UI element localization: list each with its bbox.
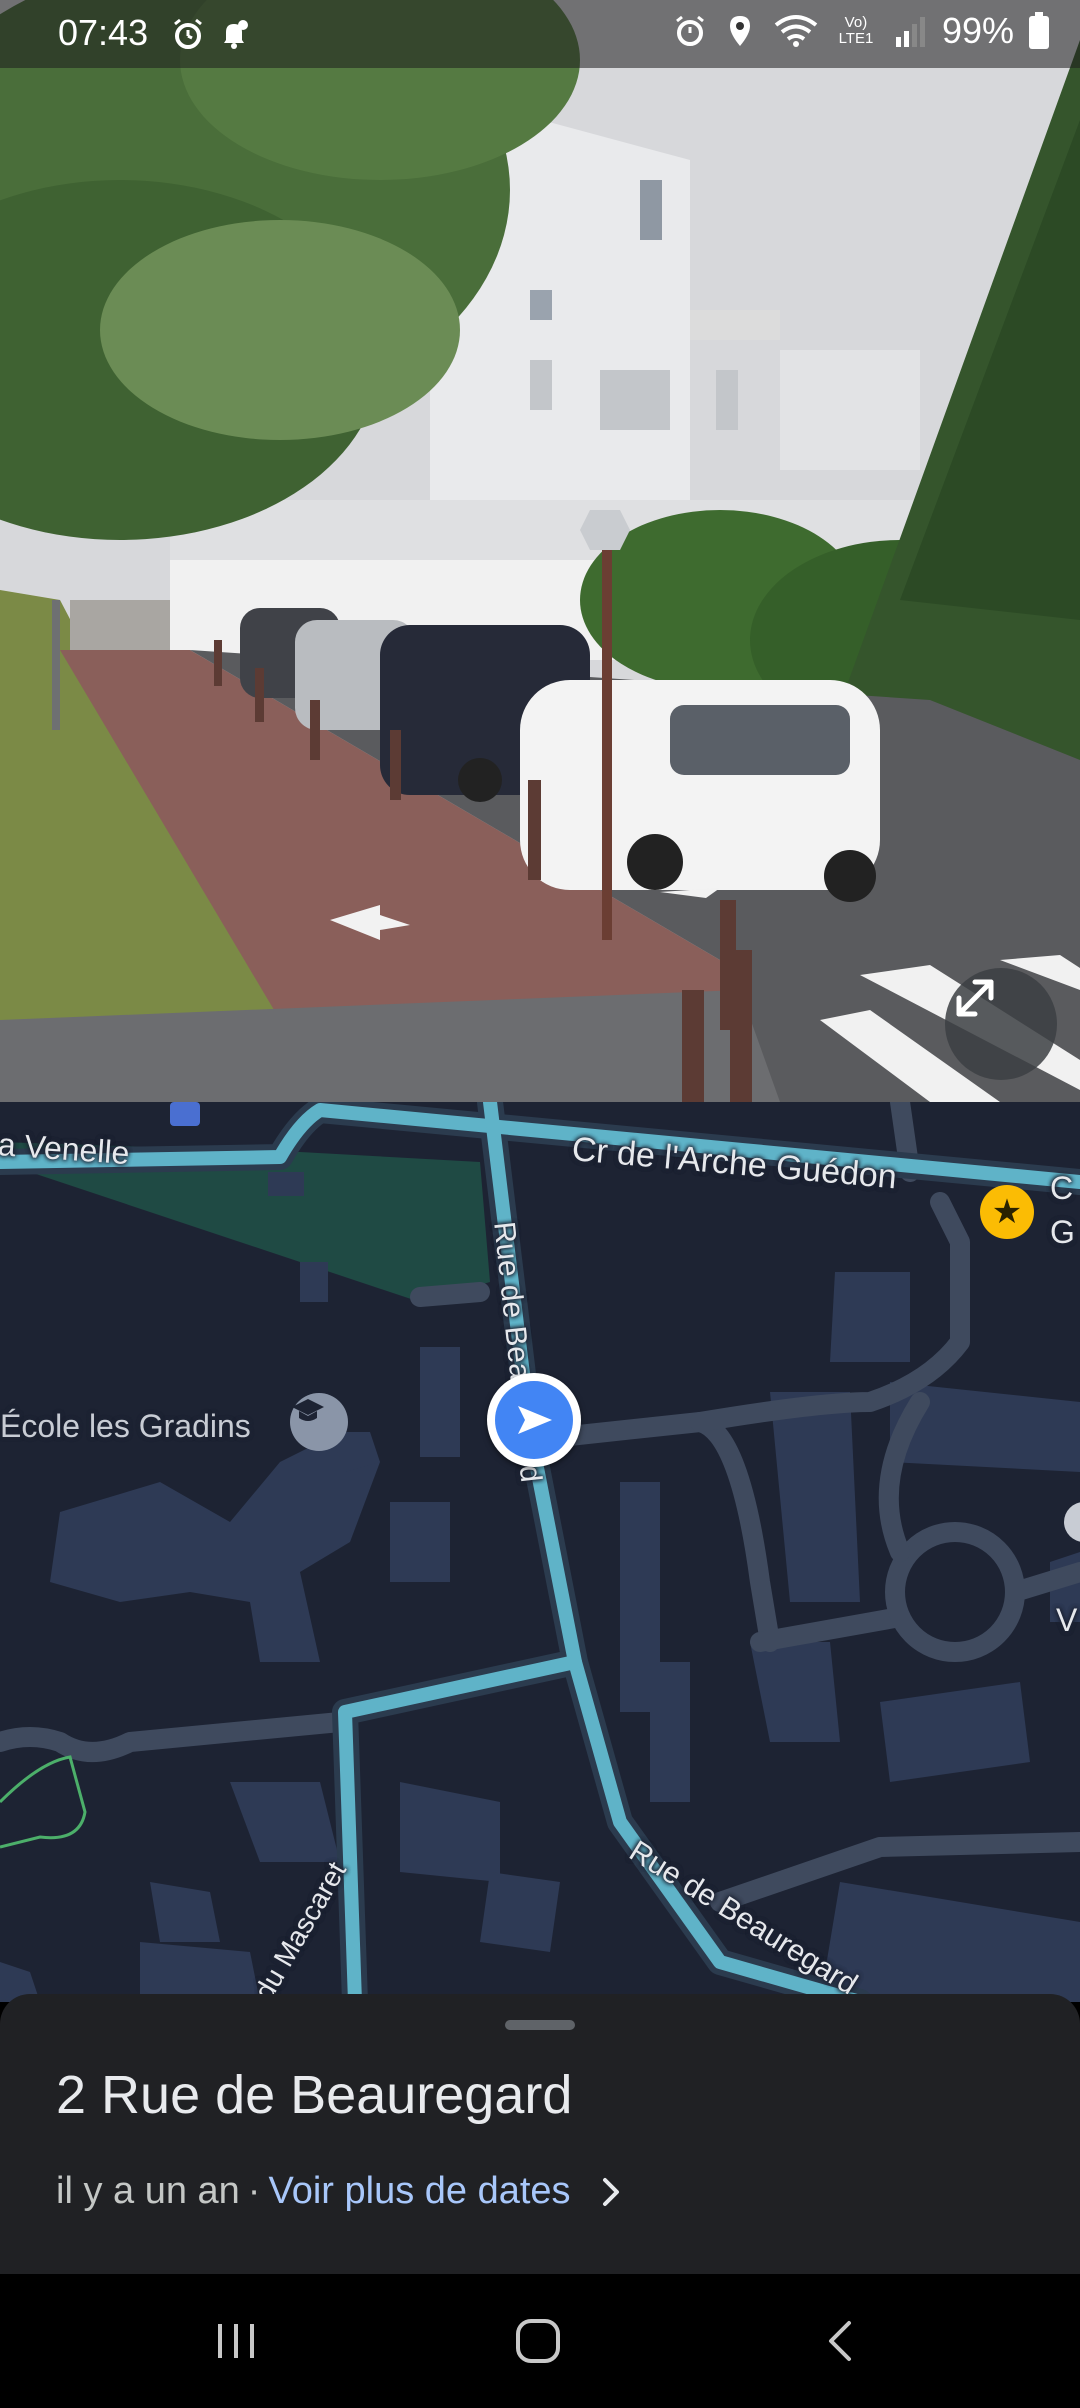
recent-apps-button[interactable] [196,2304,276,2378]
school-pin-icon[interactable] [290,1393,348,1451]
separator: · [247,2170,261,2212]
alarm-icon [676,15,704,46]
location-icon [729,16,750,46]
system-navigation-bar [0,2274,1080,2408]
battery-icon [1029,12,1049,49]
address-title: 2 Rue de Beauregard [56,2065,573,2125]
street-view-position-marker[interactable] [487,1373,581,1467]
drag-handle[interactable] [505,2020,575,2030]
signal-icon [895,17,925,47]
street-view-image[interactable] [0,0,1080,1102]
back-icon [829,2321,851,2361]
starred-place-icon[interactable]: ★ [980,1185,1034,1239]
home-button[interactable] [498,2304,578,2378]
poi-label-ecole[interactable]: École les Gradins [0,1408,251,1445]
expand-button[interactable] [945,968,1057,1080]
more-dates-link[interactable]: Voir plus de dates [268,2170,570,2213]
capture-date: il y a un an [56,2170,240,2212]
status-time: 07:43 [58,12,149,53]
bell-notification-icon [224,20,248,49]
direction-arrow-icon [518,1406,552,1434]
expand-diagonal-icon [956,979,994,1017]
map-label-edge-v: V [1056,1602,1078,1638]
date-row: il y a un an · Voir plus de dates [56,2170,625,2213]
status-bar: 07:43 Vo) LTE1 99% [0,0,1080,68]
back-button[interactable] [800,2304,880,2378]
recent-apps-icon [218,2324,254,2358]
map-view[interactable]: a Venelle Cr de l'Arche Guédon C G V Rue… [0,1102,1080,2002]
volte-icon: Vo) LTE1 [838,14,874,47]
alarm-icon [174,18,202,49]
home-icon [516,2319,560,2363]
battery-percent: 99% [941,10,1014,51]
map-label-edge-c: C [1050,1170,1074,1206]
map-canvas [0,1102,1080,2002]
bottom-sheet[interactable]: 2 Rue de Beauregard il y a un an · Voir … [0,1994,1080,2274]
street-view-scene [0,0,1080,1102]
chevron-right-icon[interactable] [597,2174,625,2210]
wifi-icon [774,15,818,47]
graduation-cap-icon [292,1399,324,1421]
map-label-edge-g: G [1050,1214,1075,1250]
